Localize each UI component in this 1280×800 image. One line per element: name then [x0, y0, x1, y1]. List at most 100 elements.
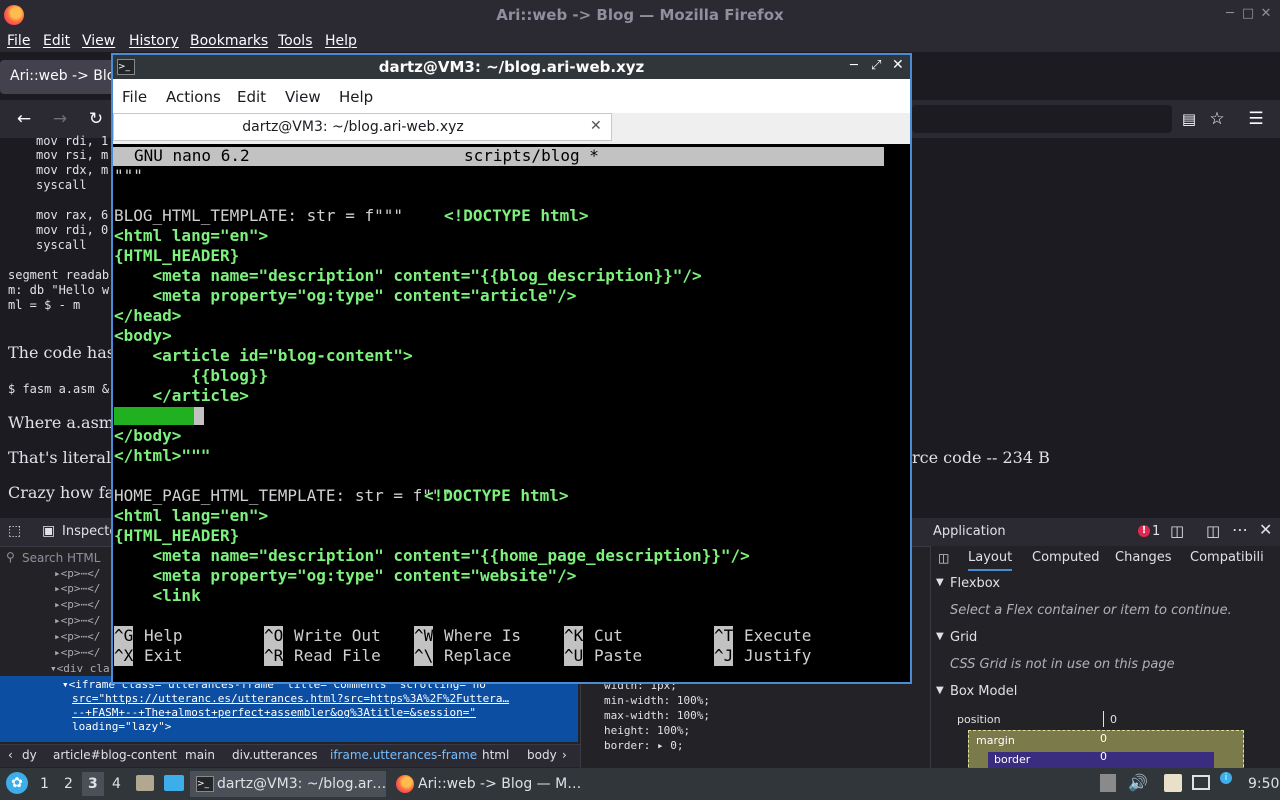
start-menu-icon[interactable]: ✿	[6, 772, 28, 794]
terminal-title: dartz@VM3: ~/blog.ari-web.xyz	[378, 58, 645, 76]
menu-bookmarks[interactable]: Bookmarks	[190, 30, 268, 52]
desktop-1[interactable]: 1	[40, 776, 49, 792]
error-icon[interactable]: !	[1138, 525, 1150, 537]
file-manager-icon[interactable]	[136, 775, 154, 791]
nano-filename: scripts/blog *	[464, 146, 599, 165]
paragraph: Where a.asm i	[8, 413, 125, 432]
css-rule[interactable]: max-width: 100%;	[604, 709, 710, 722]
grid-text: CSS Grid is not in use on this page	[950, 657, 1175, 672]
tab-inspector[interactable]: Inspecto	[62, 524, 117, 539]
desktop-2[interactable]: 2	[64, 776, 73, 792]
tree-row[interactable]: ▸<p>⋯</	[54, 614, 100, 627]
tab-computed[interactable]: Computed	[1032, 550, 1100, 565]
css-rule[interactable]: min-width: 100%;	[604, 694, 710, 707]
terminal-menu-file[interactable]: File	[122, 88, 147, 106]
tree-row[interactable]: ▸<p>⋯</	[54, 567, 100, 580]
breadcrumb-item[interactable]: html	[482, 748, 509, 762]
tab-compatibility[interactable]: Compatibili	[1190, 550, 1264, 565]
position-value[interactable]: 0	[1110, 713, 1117, 726]
tab-changes[interactable]: Changes	[1115, 550, 1172, 565]
breadcrumb-item[interactable]: div.utterances	[232, 748, 317, 762]
terminal-tab-close-icon[interactable]: ✕	[590, 118, 602, 134]
editor-line: </head>	[114, 306, 182, 325]
border-value[interactable]: 0	[1100, 750, 1107, 763]
url-bar[interactable]	[912, 105, 1172, 133]
grid-header[interactable]: Grid	[950, 630, 977, 645]
boxmodel-header[interactable]: Box Model	[950, 684, 1017, 699]
notes-icon[interactable]	[1164, 774, 1182, 792]
menu-tools[interactable]: Tools	[278, 30, 313, 52]
app-menu-icon[interactable]: ☰	[1245, 108, 1267, 130]
editor-line: BLOG_HTML_TEMPLATE: str = f"""	[114, 206, 403, 225]
tab-layout[interactable]: Layout	[968, 550, 1013, 571]
terminal-close-icon[interactable]: ✕	[892, 57, 904, 73]
desktop-4[interactable]: 4	[112, 776, 121, 792]
shortcut-help: Help	[144, 626, 183, 645]
margin-label: margin	[976, 734, 1015, 747]
chevron-down-icon[interactable]: ▼	[936, 577, 944, 588]
tree-row[interactable]: ▸<p>⋯</	[54, 598, 100, 611]
shortcut-key: ^K	[564, 626, 584, 646]
dock-icon[interactable]: ◫	[1206, 522, 1220, 540]
tab-application[interactable]: Application	[933, 524, 1006, 539]
notification-icon[interactable]: i	[1220, 772, 1232, 784]
breadcrumb-left-icon[interactable]: ‹	[8, 748, 13, 762]
back-icon[interactable]: ←	[13, 108, 35, 130]
clipboard-icon[interactable]	[1100, 774, 1116, 792]
menu-edit[interactable]: Edit	[43, 30, 70, 52]
volume-icon[interactable]: 🔊	[1128, 773, 1148, 792]
menu-file[interactable]: File	[7, 30, 30, 52]
more-options-icon[interactable]: ⋯	[1232, 520, 1248, 539]
element-picker-icon[interactable]: ⬚	[8, 523, 21, 539]
maximize-icon[interactable]: □	[1240, 6, 1256, 22]
chevron-down-icon[interactable]: ▼	[936, 631, 944, 642]
shortcut-where-is: Where Is	[444, 626, 522, 645]
close-icon[interactable]: ✕	[1258, 6, 1274, 22]
terminal-menu-help[interactable]: Help	[339, 88, 373, 106]
close-devtools-icon[interactable]: ✕	[1259, 520, 1272, 539]
css-rule[interactable]: height: 100%;	[604, 724, 690, 737]
tree-row[interactable]: ▸<p>⋯</	[54, 582, 100, 595]
css-rule[interactable]: border: ▸ 0;	[604, 739, 683, 752]
margin-value[interactable]: 0	[1100, 732, 1107, 745]
tree-row[interactable]: ▸<p>⋯</	[54, 646, 100, 659]
minimize-icon[interactable]: ─	[1222, 6, 1238, 22]
desktop-3[interactable]: 3	[88, 776, 98, 792]
responsive-mode-icon[interactable]: ◫	[1170, 522, 1184, 540]
bookmark-star-icon[interactable]: ☆	[1206, 108, 1228, 130]
terminal-menu-actions[interactable]: Actions	[166, 88, 221, 106]
breadcrumb-right-icon[interactable]: ›	[562, 748, 567, 762]
editor-line: <html lang="en">	[114, 506, 269, 525]
terminal-maximize-icon[interactable]: ⤢	[871, 58, 881, 73]
menu-history[interactable]: History	[129, 30, 179, 52]
shortcut-key: ^\	[414, 646, 434, 666]
menu-view[interactable]: View	[82, 30, 115, 52]
breadcrumb-item[interactable]: body	[527, 748, 557, 762]
chevron-down-icon[interactable]: ▼	[936, 685, 944, 696]
forward-icon[interactable]: →	[49, 108, 71, 130]
tree-row[interactable]: ▸<p>⋯</	[54, 630, 100, 643]
breadcrumb-item[interactable]: main	[185, 748, 215, 762]
code-line: segment readab	[8, 268, 110, 282]
shortcut-justify: Justify	[744, 646, 812, 665]
menu-help[interactable]: Help	[325, 30, 357, 52]
code-line: ml = $ - m	[8, 298, 81, 312]
breadcrumb-item[interactable]: article#blog-content	[53, 748, 177, 762]
network-icon[interactable]	[1192, 775, 1210, 790]
task-firefox-label[interactable]: Ari::web -> Blog — M…	[418, 776, 581, 792]
terminal-minimize-icon[interactable]: ─	[850, 58, 858, 73]
selected-node-src[interactable]: src="https://utteranc.es/utterances.html…	[72, 692, 509, 705]
flexbox-header[interactable]: Flexbox	[950, 576, 1000, 591]
breadcrumb-item[interactable]: dy	[22, 748, 37, 762]
terminal-menu-edit[interactable]: Edit	[237, 88, 266, 106]
tree-row[interactable]: ▾<div cla	[50, 662, 110, 675]
paragraph-tail: rce code -- 234 B	[912, 448, 1050, 467]
selected-node-src-cont[interactable]: --+FASM+--+The+almost+perfect+assembler&…	[72, 706, 476, 719]
editor-line: """	[114, 166, 143, 185]
breadcrumb-item[interactable]: iframe.utterances-frame	[330, 748, 477, 762]
show-desktop-icon[interactable]	[164, 775, 184, 791]
reader-view-icon[interactable]: ▤	[1178, 108, 1200, 130]
sidebar-toggle-icon[interactable]: ◫	[938, 551, 949, 565]
reload-icon[interactable]: ↻	[85, 108, 107, 130]
terminal-menu-view[interactable]: View	[285, 88, 321, 106]
